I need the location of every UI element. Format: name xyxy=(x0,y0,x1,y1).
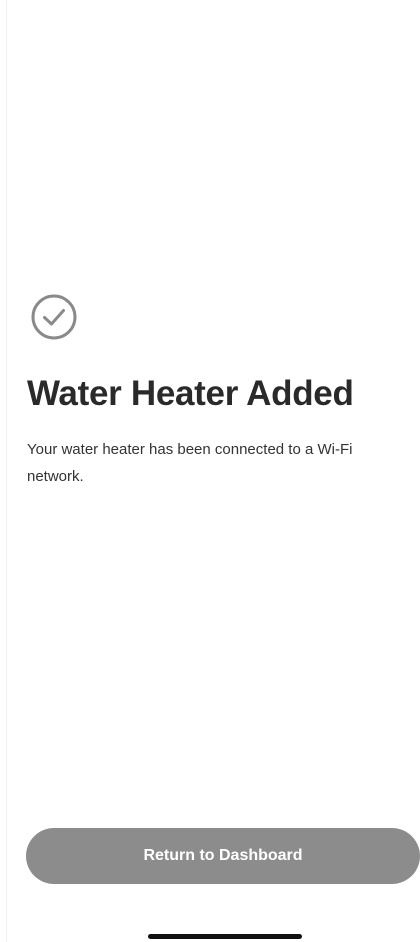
page-title: Water Heater Added xyxy=(27,374,354,413)
home-indicator[interactable] xyxy=(148,934,302,939)
confirmation-message: Your water heater has been connected to … xyxy=(27,441,353,485)
return-to-dashboard-button[interactable]: Return to Dashboard xyxy=(26,828,420,884)
edge-divider xyxy=(6,0,7,942)
check-circle-icon xyxy=(30,293,78,341)
confirmation-screen: Water Heater Added Your water heater has… xyxy=(0,0,420,942)
